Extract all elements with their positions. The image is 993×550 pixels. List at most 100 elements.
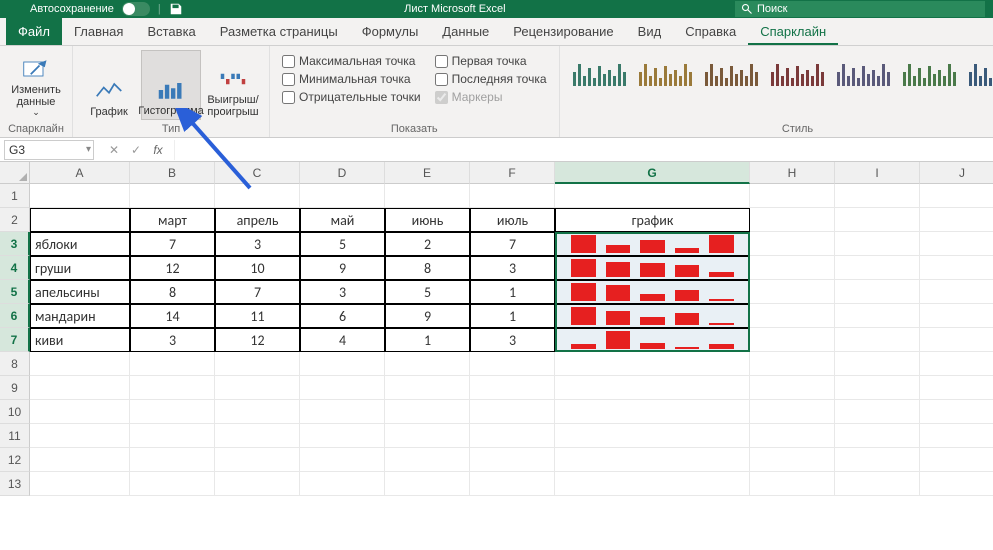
cell[interactable] [920, 208, 993, 232]
cell[interactable] [555, 328, 750, 352]
cell[interactable]: 7 [215, 280, 300, 304]
col-header[interactable]: E [385, 162, 470, 184]
row-header[interactable]: 4 [0, 256, 30, 280]
cell[interactable] [920, 448, 993, 472]
cell[interactable] [835, 472, 920, 496]
cell[interactable] [835, 232, 920, 256]
cell[interactable] [215, 184, 300, 208]
fx-icon[interactable]: fx [150, 143, 166, 157]
cell[interactable] [920, 376, 993, 400]
cell[interactable] [385, 448, 470, 472]
sparkline-line-button[interactable]: График [79, 50, 139, 120]
cell[interactable] [30, 472, 130, 496]
tab-view[interactable]: Вид [626, 18, 674, 45]
tab-review[interactable]: Рецензирование [501, 18, 625, 45]
tab-home[interactable]: Главная [62, 18, 135, 45]
cell[interactable] [555, 184, 750, 208]
cell[interactable] [835, 400, 920, 424]
sparkline-winloss-button[interactable]: Выигрыш/проигрыш [203, 50, 263, 120]
cell[interactable] [215, 472, 300, 496]
row-header[interactable]: 9 [0, 376, 30, 400]
cell[interactable] [130, 184, 215, 208]
cell[interactable] [920, 280, 993, 304]
cell[interactable] [130, 448, 215, 472]
cell[interactable] [300, 424, 385, 448]
style-gallery[interactable] [566, 50, 993, 94]
select-all-corner[interactable] [0, 162, 30, 184]
cell[interactable] [835, 304, 920, 328]
cell[interactable] [835, 256, 920, 280]
name-box[interactable]: G3 ▾ [4, 140, 94, 160]
tab-insert[interactable]: Вставка [135, 18, 207, 45]
row-header[interactable]: 2 [0, 208, 30, 232]
cell[interactable] [470, 448, 555, 472]
cell[interactable] [130, 376, 215, 400]
cell[interactable]: 9 [385, 304, 470, 328]
cell[interactable] [215, 448, 300, 472]
search-box[interactable]: Поиск [735, 1, 985, 17]
row-header[interactable]: 6 [0, 304, 30, 328]
cell[interactable] [750, 304, 835, 328]
cell[interactable] [750, 448, 835, 472]
cell[interactable]: 1 [470, 280, 555, 304]
col-header[interactable]: H [750, 162, 835, 184]
style-item[interactable] [836, 58, 892, 86]
cell[interactable] [385, 184, 470, 208]
cell[interactable] [920, 424, 993, 448]
row-header[interactable]: 8 [0, 352, 30, 376]
cell[interactable]: 8 [385, 256, 470, 280]
cell[interactable] [920, 184, 993, 208]
cell[interactable] [300, 472, 385, 496]
cell[interactable] [30, 184, 130, 208]
cell[interactable] [835, 448, 920, 472]
cell[interactable]: 3 [130, 328, 215, 352]
spreadsheet-grid[interactable]: 12345678910111213 ABCDEFGHIJ мартапрельм… [0, 162, 993, 496]
cell[interactable]: 12 [215, 328, 300, 352]
cell[interactable]: июль [470, 208, 555, 232]
cell[interactable] [555, 352, 750, 376]
tab-sparkline[interactable]: Спарклайн [748, 18, 838, 45]
first-point-checkbox[interactable]: Первая точка [435, 54, 547, 68]
cell[interactable]: 8 [130, 280, 215, 304]
cell[interactable] [835, 352, 920, 376]
neg-points-checkbox[interactable]: Отрицательные точки [282, 90, 421, 104]
cell[interactable] [750, 376, 835, 400]
cell[interactable] [470, 352, 555, 376]
cell[interactable] [555, 424, 750, 448]
row-header[interactable]: 7 [0, 328, 30, 352]
col-header[interactable]: C [215, 162, 300, 184]
cell[interactable] [750, 424, 835, 448]
col-header[interactable]: F [470, 162, 555, 184]
row-header[interactable]: 5 [0, 280, 30, 304]
col-header[interactable]: J [920, 162, 993, 184]
row-header[interactable]: 10 [0, 400, 30, 424]
cell[interactable] [30, 352, 130, 376]
cell[interactable] [215, 424, 300, 448]
style-item[interactable] [770, 58, 826, 86]
cell[interactable] [385, 376, 470, 400]
row-header[interactable]: 13 [0, 472, 30, 496]
cell[interactable] [555, 400, 750, 424]
cell[interactable] [835, 280, 920, 304]
cell[interactable] [750, 280, 835, 304]
style-item[interactable] [704, 58, 760, 86]
tab-layout[interactable]: Разметка страницы [208, 18, 350, 45]
cell[interactable]: яблоки [30, 232, 130, 256]
cell[interactable] [30, 208, 130, 232]
cell[interactable]: апрель [215, 208, 300, 232]
cell[interactable]: 4 [300, 328, 385, 352]
row-header[interactable]: 12 [0, 448, 30, 472]
cell[interactable] [215, 352, 300, 376]
cell[interactable]: март [130, 208, 215, 232]
style-item[interactable] [968, 58, 993, 86]
cell[interactable] [470, 184, 555, 208]
col-header[interactable]: D [300, 162, 385, 184]
cell[interactable] [385, 472, 470, 496]
cell[interactable]: 7 [470, 232, 555, 256]
cell[interactable] [470, 472, 555, 496]
cell[interactable] [555, 280, 750, 304]
cell[interactable] [750, 232, 835, 256]
cell[interactable] [215, 376, 300, 400]
cell[interactable]: июнь [385, 208, 470, 232]
cell[interactable] [130, 472, 215, 496]
